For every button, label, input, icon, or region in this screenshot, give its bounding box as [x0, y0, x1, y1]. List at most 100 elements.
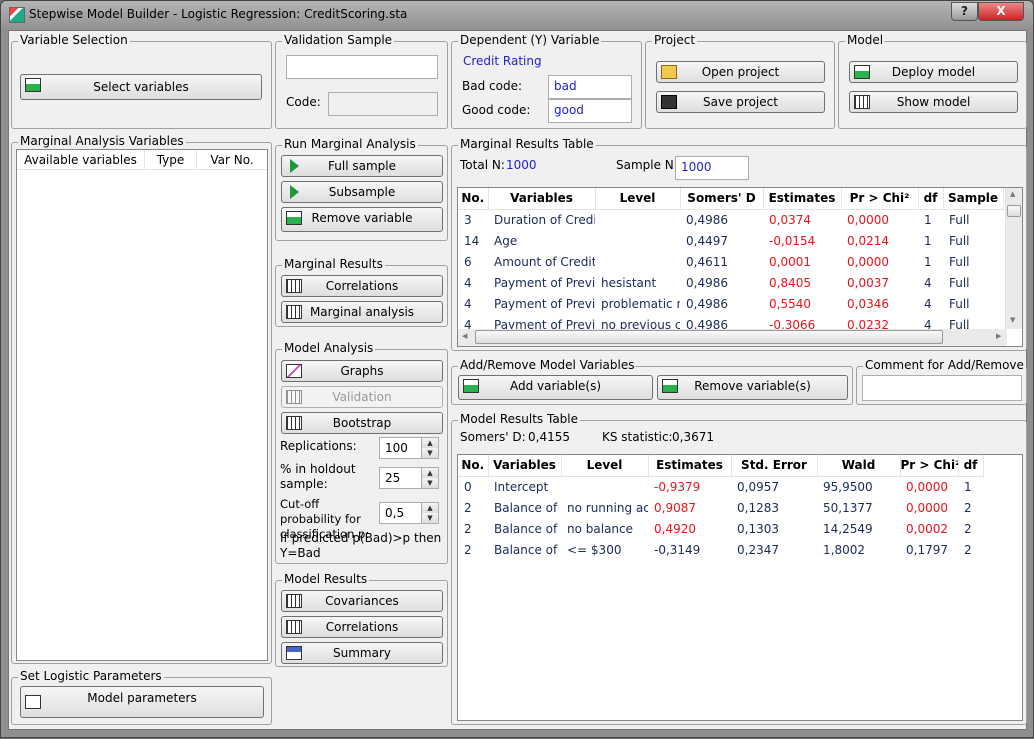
spin-down-icon[interactable]: ▼ [421, 478, 438, 488]
spin-up-icon[interactable]: ▲ [421, 468, 438, 478]
button-label: Graphs [340, 364, 384, 378]
subsample-button[interactable]: Subsample [281, 181, 443, 203]
group-legend: Set Logistic Parameters [18, 669, 164, 683]
graphs-button[interactable]: Graphs [281, 360, 443, 382]
button-label: Model parameters [87, 691, 197, 705]
remove-icon [662, 379, 678, 393]
column-header[interactable]: Wald [817, 455, 901, 477]
table-cell: 4 [464, 275, 472, 290]
column-header-available-variables[interactable]: Available variables [17, 150, 145, 169]
group-legend: Model [845, 33, 886, 47]
table-cell [595, 230, 680, 251]
add-icon [463, 379, 479, 393]
spin-up-icon[interactable]: ▲ [421, 438, 438, 448]
button-label: Subsample [328, 185, 396, 199]
table-row[interactable]: 4 Payment of Previous Credits hesistant 0,4… [458, 272, 1003, 293]
sample-n-field[interactable]: 1000 [675, 156, 749, 180]
table-cell: 2 [464, 500, 472, 515]
marginal-analysis-button[interactable]: Marginal analysis [281, 301, 443, 323]
column-header[interactable]: No. [458, 188, 489, 210]
full-sample-button[interactable]: Full sample [281, 155, 443, 177]
table-cell: Full [949, 233, 970, 248]
marginal-correlations-button[interactable]: Correlations [281, 275, 443, 297]
table-row[interactable]: 2 Balance of Current Account no balance 0,4… [458, 518, 983, 539]
table-row[interactable]: 14 Age 0,4497 -0,0154 0,0214 1 Full [458, 230, 1003, 251]
model-parameters-button[interactable]: Model parameters [20, 686, 264, 718]
bootstrap-button[interactable]: Bootstrap [281, 412, 443, 434]
table-cell: 0,0002 [906, 521, 948, 536]
open-project-button[interactable]: Open project [656, 61, 825, 83]
table-row[interactable]: 2 Balance of Current Account <= $300 -0,314… [458, 539, 983, 560]
select-variables-button[interactable]: Select variables [20, 74, 262, 100]
replications-spinner[interactable]: 100 ▲ ▼ [379, 437, 439, 459]
column-header[interactable]: Level [595, 188, 681, 210]
validation-button[interactable]: Validation [281, 386, 443, 408]
column-header[interactable]: df [918, 188, 944, 210]
column-header[interactable]: Estimates [763, 188, 842, 210]
comment-field[interactable] [862, 375, 1022, 401]
spin-down-icon[interactable]: ▼ [421, 448, 438, 458]
column-header-var-no[interactable]: Var No. [197, 150, 267, 169]
good-code-field[interactable]: good [548, 99, 632, 123]
column-header[interactable]: Level [561, 455, 649, 477]
column-header[interactable]: No. [458, 455, 489, 477]
cutoff-spinner[interactable]: 0,5 ▲ ▼ [379, 502, 439, 524]
remove-variable-button[interactable]: Remove variable [281, 207, 443, 232]
deploy-model-button[interactable]: Deploy model [849, 61, 1018, 83]
column-header[interactable]: Somers' D [680, 188, 764, 210]
table-cell: 0,8405 [769, 275, 811, 290]
vertical-scrollbar[interactable]: ▲ ▼ [1005, 188, 1022, 329]
column-header[interactable]: df [958, 455, 984, 477]
covariances-button[interactable]: Covariances [281, 590, 443, 612]
column-header[interactable]: Pr > Chi² [900, 455, 959, 477]
remove-variables-button[interactable]: Remove variable(s) [657, 375, 848, 400]
group-legend: Run Marginal Analysis [282, 137, 418, 151]
column-header[interactable]: Variables [488, 455, 562, 477]
summary-button[interactable]: Summary [281, 642, 443, 664]
holdout-label: % in holdout sample: [280, 462, 356, 491]
button-label: Select variables [93, 80, 189, 94]
model-correlations-button[interactable]: Correlations [281, 616, 443, 638]
spin-up-icon[interactable]: ▲ [421, 503, 438, 513]
button-label: Marginal analysis [309, 305, 415, 319]
column-header[interactable]: Sample [943, 188, 1004, 210]
cutoff-note: If predicted p(Bad)>p then Y=Bad [280, 531, 442, 560]
spreadsheet-icon [286, 416, 302, 430]
table-row[interactable]: 2 Balance of Current Account no running ac… [458, 497, 983, 518]
table-cell: 0,0374 [769, 212, 811, 227]
parameters-icon [25, 695, 41, 709]
show-model-button[interactable]: Show model [849, 91, 1018, 113]
table-cell: 2 [964, 542, 972, 557]
column-header[interactable]: Std. Error [731, 455, 818, 477]
marginal-results-grid[interactable]: No. Variables Level Somers' D Estimates Pr > … [457, 187, 1023, 347]
spin-down-icon[interactable]: ▼ [421, 513, 438, 523]
table-cell: Full [949, 212, 970, 227]
project-group: Project Open project Save project [645, 33, 835, 129]
marginal-analysis-variables-group: Marginal Analysis Variables Available va… [11, 134, 272, 664]
code-field[interactable] [328, 92, 438, 116]
column-header-type[interactable]: Type [145, 150, 197, 169]
validation-variable-field[interactable] [286, 55, 438, 79]
button-label: Save project [703, 95, 778, 109]
column-header[interactable]: Estimates [648, 455, 732, 477]
table-row[interactable]: 4 Payment of Previous Credits problematic … [458, 293, 1003, 314]
table-row[interactable]: 6 Amount of Credit 0,4611 0,0001 0,0000 1 Full [458, 251, 1003, 272]
dependent-variable-name[interactable]: Credit Rating [463, 54, 542, 68]
button-label: Show model [896, 95, 971, 109]
horizontal-scrollbar[interactable]: ◀ ▶ [458, 329, 1007, 346]
model-results-grid[interactable]: No. Variables Level Estimates Std. Error Wald… [457, 454, 1023, 721]
table-cell: 0,4920 [654, 521, 696, 536]
save-project-button[interactable]: Save project [656, 91, 825, 113]
group-legend: Dependent (Y) Variable [458, 33, 602, 47]
holdout-spinner[interactable]: 25 ▲ ▼ [379, 467, 439, 489]
table-cell: 0,4497 [686, 233, 728, 248]
table-row[interactable]: 3 Duration of Credit 0,4986 0,0374 0,0000 1 Fu… [458, 209, 1003, 230]
good-code-label: Good code: [462, 103, 531, 117]
table-cell [595, 251, 680, 272]
add-variables-button[interactable]: Add variable(s) [458, 375, 653, 400]
available-variables-list[interactable]: Available variables Type Var No. [16, 149, 268, 661]
bad-code-field[interactable]: bad [548, 75, 632, 99]
column-header[interactable]: Pr > Chi² [841, 188, 919, 210]
table-row[interactable]: 0 Intercept -0,9379 0,0957 95,9500 0,0000 1 [458, 476, 983, 497]
column-header[interactable]: Variables [488, 188, 596, 210]
